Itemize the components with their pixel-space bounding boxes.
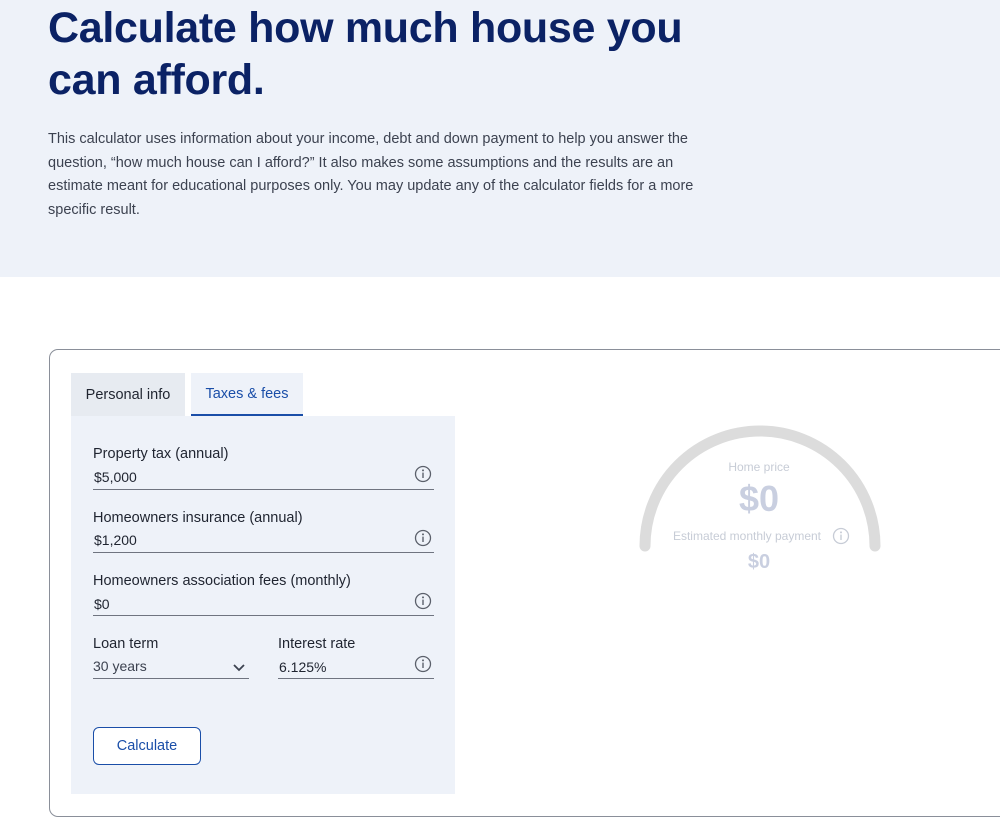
info-icon[interactable] xyxy=(414,592,432,610)
tab-taxes-fees[interactable]: Taxes & fees xyxy=(191,373,303,416)
interest-rate-input[interactable]: 6.125% xyxy=(279,659,326,675)
loan-term-underline xyxy=(93,678,249,679)
info-icon[interactable] xyxy=(414,529,432,547)
home-price-label: Home price xyxy=(728,460,790,474)
interest-rate-label: Interest rate xyxy=(278,636,356,652)
loan-term-select[interactable]: 30 years xyxy=(93,658,147,674)
info-icon[interactable] xyxy=(414,465,432,483)
hero-section: Calculate how much house you can afford.… xyxy=(0,0,1000,277)
interest-rate-underline xyxy=(278,678,434,679)
info-icon[interactable] xyxy=(832,527,850,545)
calculate-button[interactable]: Calculate xyxy=(93,727,201,765)
insurance-underline xyxy=(93,552,434,553)
insurance-label: Homeowners insurance (annual) xyxy=(93,510,303,526)
home-price-value: $0 xyxy=(738,478,780,519)
chevron-down-icon[interactable] xyxy=(232,660,246,672)
monthly-payment-value: $0 xyxy=(747,551,771,573)
monthly-payment-label: Estimated monthly payment xyxy=(672,529,822,543)
property-tax-label: Property tax (annual) xyxy=(93,446,229,462)
tab-personal-info[interactable]: Personal info xyxy=(71,373,185,416)
loan-term-label: Loan term xyxy=(93,636,159,652)
info-icon[interactable] xyxy=(414,655,432,673)
property-tax-input[interactable]: $5,000 xyxy=(94,469,137,485)
hoa-input[interactable]: $0 xyxy=(94,596,110,612)
page-description: This calculator uses information about y… xyxy=(48,131,694,218)
property-tax-underline xyxy=(93,489,434,490)
insurance-input[interactable]: $1,200 xyxy=(94,532,137,548)
hoa-label: Homeowners association fees (monthly) xyxy=(93,573,351,589)
hoa-underline xyxy=(93,615,434,616)
page-title: Calculate how much house you can afford. xyxy=(48,4,683,104)
